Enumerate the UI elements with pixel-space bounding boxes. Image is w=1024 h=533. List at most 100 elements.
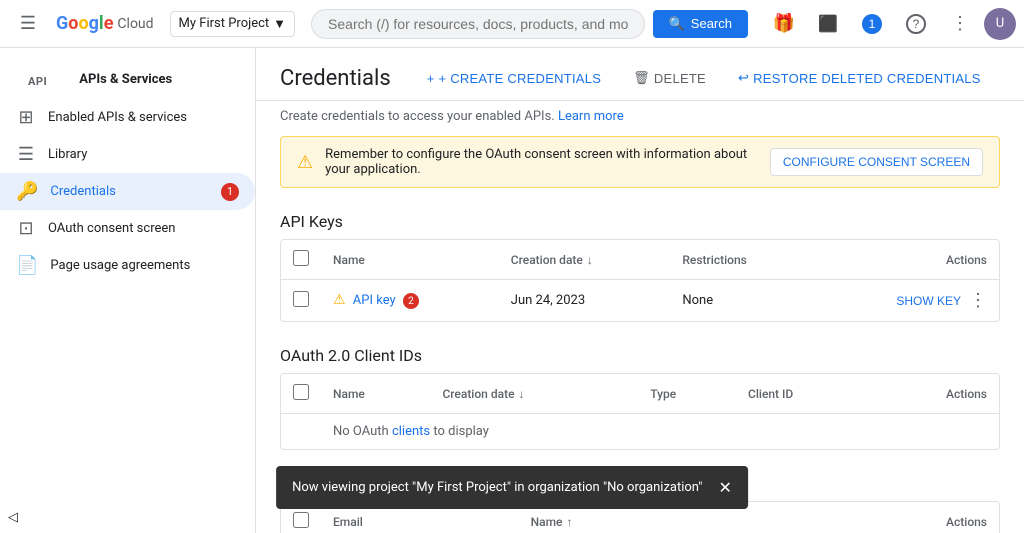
sidebar-item-credentials[interactable]: 🔑 Credentials 1 xyxy=(0,173,255,210)
sidebar-item-label-library: Library xyxy=(48,147,87,162)
oauth-col-client-id: Client ID xyxy=(736,374,872,414)
sa-col-actions: Actions xyxy=(760,502,999,533)
restore-deleted-button[interactable]: ↩ RESTORE DELETED CREDENTIALS xyxy=(726,64,993,92)
page-usage-icon: 📄 xyxy=(16,255,38,276)
help-button[interactable]: ? xyxy=(896,4,936,44)
sidebar-item-label-oauth-consent: OAuth consent screen xyxy=(48,221,175,236)
oauth-clients-title: OAuth 2.0 Client IDs xyxy=(256,338,1024,373)
layout: API APIs & Services ⊞ Enabled APIs & ser… xyxy=(0,48,1024,533)
api-key-row: ⚠ API key 2 Jun 24, 2023 None SHOW KEY ⋮ xyxy=(281,280,999,322)
project-name: My First Project xyxy=(179,16,270,31)
restore-icon: ↩ xyxy=(738,70,749,86)
oauth-clients-link[interactable]: clients xyxy=(392,424,430,439)
oauth-clients-section: OAuth 2.0 Client IDs Name xyxy=(256,338,1024,450)
sidebar-item-label-credentials: Credentials xyxy=(50,184,115,199)
create-credentials-icon: + xyxy=(427,71,435,86)
avatar-initial: U xyxy=(996,16,1004,31)
snackbar-text: Now viewing project "My First Project" i… xyxy=(292,480,702,495)
oauth-col-actions: Actions xyxy=(872,374,999,414)
avatar[interactable]: U xyxy=(984,8,1016,40)
show-key-button[interactable]: SHOW KEY xyxy=(896,294,961,308)
search-bar: 🔍 Search xyxy=(311,9,748,39)
search-label: Search xyxy=(691,16,732,31)
gift-icon: 🎁 xyxy=(773,13,795,34)
api-key-creation-date-cell: Jun 24, 2023 xyxy=(499,280,671,322)
search-icon: 🔍 xyxy=(669,16,685,32)
api-keys-header-row: Name Creation date ↓ Restrictions xyxy=(281,240,999,280)
hamburger-icon: ☰ xyxy=(20,13,36,34)
snackbar-close-button[interactable]: ✕ xyxy=(718,478,731,497)
topbar: ☰ Google Cloud My First Project ▼ 🔍 Sear… xyxy=(0,0,1024,48)
api-keys-col-creation-date: Creation date ↓ xyxy=(499,240,671,280)
header-actions: + + CREATE CREDENTIALS 🗑 DELETE ↩ RESTOR… xyxy=(415,64,993,92)
api-key-restrictions-cell: None xyxy=(670,280,813,322)
main-content: Credentials + + CREATE CREDENTIALS 🗑 DEL… xyxy=(256,48,1024,533)
api-key-name-cell: ⚠ API key 2 xyxy=(321,280,499,322)
sidebar-item-library[interactable]: ☰ Library xyxy=(0,136,255,173)
create-credentials-button[interactable]: + + CREATE CREDENTIALS xyxy=(415,65,613,92)
oauth-clients-table: Name Creation date ↓ Type xyxy=(281,374,999,449)
api-keys-col-actions: Actions xyxy=(813,240,999,280)
api-keys-col-name: Name xyxy=(321,240,499,280)
oauth-clients-table-wrap: Name Creation date ↓ Type xyxy=(280,373,1000,450)
api-key-actions: SHOW KEY ⋮ xyxy=(825,290,987,311)
sidebar-item-label-page-usage: Page usage agreements xyxy=(50,258,190,273)
banner-warning-icon: ⚠ xyxy=(297,152,313,173)
terminal-icon-button[interactable]: ⬛ xyxy=(808,4,848,44)
api-key-link[interactable]: API key xyxy=(353,293,396,308)
hamburger-menu-button[interactable]: ☰ xyxy=(8,4,48,44)
sa-name-sort-icon[interactable]: ↑ xyxy=(566,515,572,529)
notification-badge: 1 xyxy=(862,14,882,34)
snackbar: Now viewing project "My First Project" i… xyxy=(276,466,748,509)
sidebar-section-title: APIs & Services xyxy=(63,64,188,95)
info-banner: ⚠ Remember to configure the OAuth consen… xyxy=(280,136,1000,188)
create-credentials-label: + CREATE CREDENTIALS xyxy=(439,71,602,86)
search-input-wrap xyxy=(311,9,645,39)
oauth-creation-date-sort-icon[interactable]: ↓ xyxy=(519,387,525,401)
learn-more-link[interactable]: Learn more xyxy=(558,109,624,124)
delete-label: DELETE xyxy=(654,71,706,86)
sidebar-item-label-enabled-apis: Enabled APIs & services xyxy=(48,110,187,125)
sidebar-item-enabled-apis[interactable]: ⊞ Enabled APIs & services xyxy=(0,99,255,136)
project-selector[interactable]: My First Project ▼ xyxy=(170,11,296,37)
oauth-select-all-checkbox[interactable] xyxy=(293,384,309,400)
sidebar-nav: ⊞ Enabled APIs & services ☰ Library 🔑 Cr… xyxy=(0,99,255,284)
description-text: Create credentials to access your enable… xyxy=(256,101,1024,124)
oauth-col-name: Name xyxy=(321,374,430,414)
notification-button[interactable]: 1 xyxy=(852,4,892,44)
desc-main: Create credentials to access your enable… xyxy=(280,109,555,124)
oauth-no-items-row: No OAuth clients to display xyxy=(281,414,999,450)
oauth-col-type: Type xyxy=(638,374,736,414)
api-keys-select-all-checkbox[interactable] xyxy=(293,250,309,266)
page-title: Credentials xyxy=(280,66,391,91)
api-key-warning-icon: ⚠ xyxy=(333,292,346,308)
collapse-icon: ◁ xyxy=(8,510,18,525)
banner-text: Remember to configure the OAuth consent … xyxy=(325,147,758,177)
delete-button[interactable]: 🗑 DELETE xyxy=(621,64,718,92)
sidebar-collapse[interactable]: ◁ xyxy=(0,502,26,533)
google-cloud-logo[interactable]: Google Cloud xyxy=(56,13,154,34)
topbar-left: ☰ Google Cloud My First Project ▼ xyxy=(8,4,295,44)
sidebar-item-oauth-consent[interactable]: ⊡ OAuth consent screen xyxy=(0,210,255,247)
api-key-more-button[interactable]: ⋮ xyxy=(969,290,987,311)
search-input[interactable] xyxy=(328,16,628,32)
configure-consent-screen-button[interactable]: CONFIGURE CONSENT SCREEN xyxy=(770,148,983,176)
oauth-clients-header-row: Name Creation date ↓ Type xyxy=(281,374,999,414)
api-keys-title: API Keys xyxy=(256,204,1024,239)
sa-select-all-checkbox[interactable] xyxy=(293,512,309,528)
sidebar-item-page-usage[interactable]: 📄 Page usage agreements xyxy=(0,247,255,284)
more-icon: ⋮ xyxy=(951,13,969,34)
search-button[interactable]: 🔍 Search xyxy=(653,10,748,38)
gift-icon-button[interactable]: 🎁 xyxy=(764,4,804,44)
sidebar: API APIs & Services ⊞ Enabled APIs & ser… xyxy=(0,48,256,533)
terminal-icon: ⬛ xyxy=(818,14,838,34)
api-keys-header-checkbox xyxy=(281,240,321,280)
more-options-button[interactable]: ⋮ xyxy=(940,4,980,44)
oauth-header-checkbox-cell xyxy=(281,374,321,414)
creation-date-sort-icon[interactable]: ↓ xyxy=(587,253,593,267)
api-key-row-checkbox-cell xyxy=(281,280,321,322)
delete-icon: 🗑 xyxy=(633,70,650,86)
api-key-row-checkbox[interactable] xyxy=(293,291,309,307)
api-keys-table: Name Creation date ↓ Restrictions xyxy=(281,240,999,321)
api-key-badge: 2 xyxy=(403,293,419,309)
